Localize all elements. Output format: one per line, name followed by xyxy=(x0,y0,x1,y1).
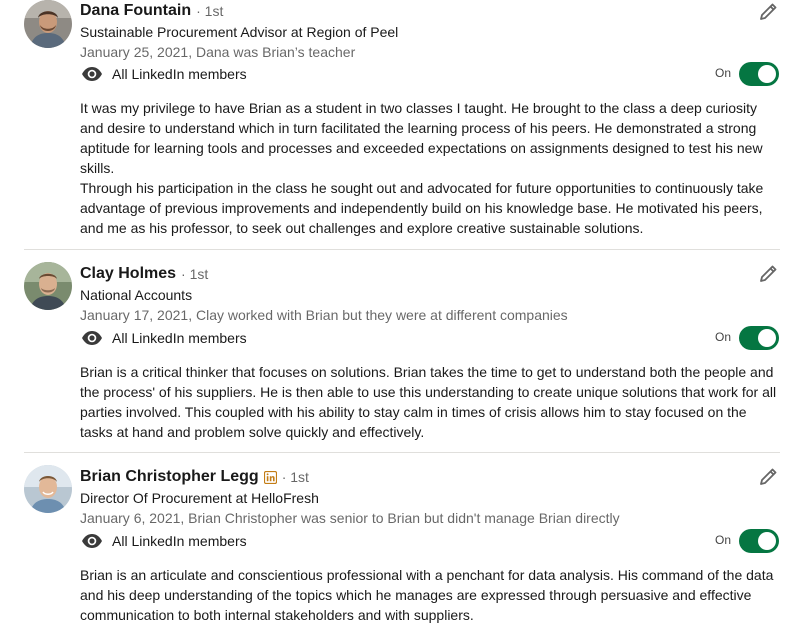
eye-icon xyxy=(82,67,102,81)
toggle-label: On xyxy=(715,533,732,547)
recommender-name[interactable]: Clay Holmes xyxy=(80,265,176,283)
recommender-headline: Sustainable Procurement Advisor at Regio… xyxy=(80,24,399,40)
edit-pencil-icon[interactable] xyxy=(756,262,780,286)
visibility-toggle[interactable] xyxy=(739,529,779,553)
toggle-label: On xyxy=(715,66,732,80)
recommendation-paragraph: Brian is an articulate and conscientious… xyxy=(80,567,774,623)
toggle-knob xyxy=(758,65,776,83)
name-row: Clay Holmes · 1st xyxy=(80,263,208,285)
recommendations-list: Dana Fountain · 1st Sustainable Procurem… xyxy=(0,0,803,635)
recommendation-paragraph: It was my privilege to have Brian as a s… xyxy=(80,100,763,176)
recommender-headline: National Accounts xyxy=(80,287,193,303)
toggle-knob xyxy=(758,329,776,347)
avatar[interactable] xyxy=(24,465,72,513)
divider xyxy=(24,452,780,453)
toggle-label: On xyxy=(715,330,732,344)
recommender-headline: Director Of Procurement at HelloFresh xyxy=(80,490,319,506)
recommendation-meta: January 6, 2021, Brian Christopher was s… xyxy=(80,510,620,526)
visibility-setting: All LinkedIn members xyxy=(80,328,247,348)
recommendation-paragraph: Brian is a critical thinker that focuses… xyxy=(80,364,777,440)
recommendation-meta: January 17, 2021, Clay worked with Brian… xyxy=(80,307,568,323)
eye-icon xyxy=(82,534,102,548)
visibility-setting: All LinkedIn members xyxy=(80,64,247,84)
recommendation-meta: January 25, 2021, Dana was Brian’s teach… xyxy=(80,44,356,60)
visibility-label: All LinkedIn members xyxy=(112,330,247,346)
visibility-toggle[interactable] xyxy=(739,326,779,350)
connection-degree: · 1st xyxy=(281,469,309,485)
visibility-label: All LinkedIn members xyxy=(112,66,247,82)
connection-degree: · 1st xyxy=(181,266,209,282)
recommendation-text: Brian is a critical thinker that focuses… xyxy=(80,362,780,442)
recommender-name[interactable]: Dana Fountain xyxy=(80,2,191,20)
avatar[interactable] xyxy=(24,0,72,48)
divider xyxy=(24,249,780,250)
visibility-label: All LinkedIn members xyxy=(112,533,247,549)
eye-icon xyxy=(82,331,102,345)
toggle-knob xyxy=(758,532,776,550)
visibility-setting: All LinkedIn members xyxy=(80,531,247,551)
linkedin-badge-icon xyxy=(263,470,277,484)
edit-pencil-icon[interactable] xyxy=(756,0,780,24)
recommendation-text: It was my privilege to have Brian as a s… xyxy=(80,98,780,238)
recommendation-paragraph: Through his participation in the class h… xyxy=(80,180,764,236)
recommendation-text: Brian is an articulate and conscientious… xyxy=(80,565,780,625)
name-row: Dana Fountain · 1st xyxy=(80,0,223,22)
avatar[interactable] xyxy=(24,262,72,310)
visibility-toggle[interactable] xyxy=(739,62,779,86)
recommender-name[interactable]: Brian Christopher Legg xyxy=(80,468,259,486)
name-row: Brian Christopher Legg · 1st xyxy=(80,466,309,488)
edit-pencil-icon[interactable] xyxy=(756,465,780,489)
connection-degree: · 1st xyxy=(196,3,224,19)
